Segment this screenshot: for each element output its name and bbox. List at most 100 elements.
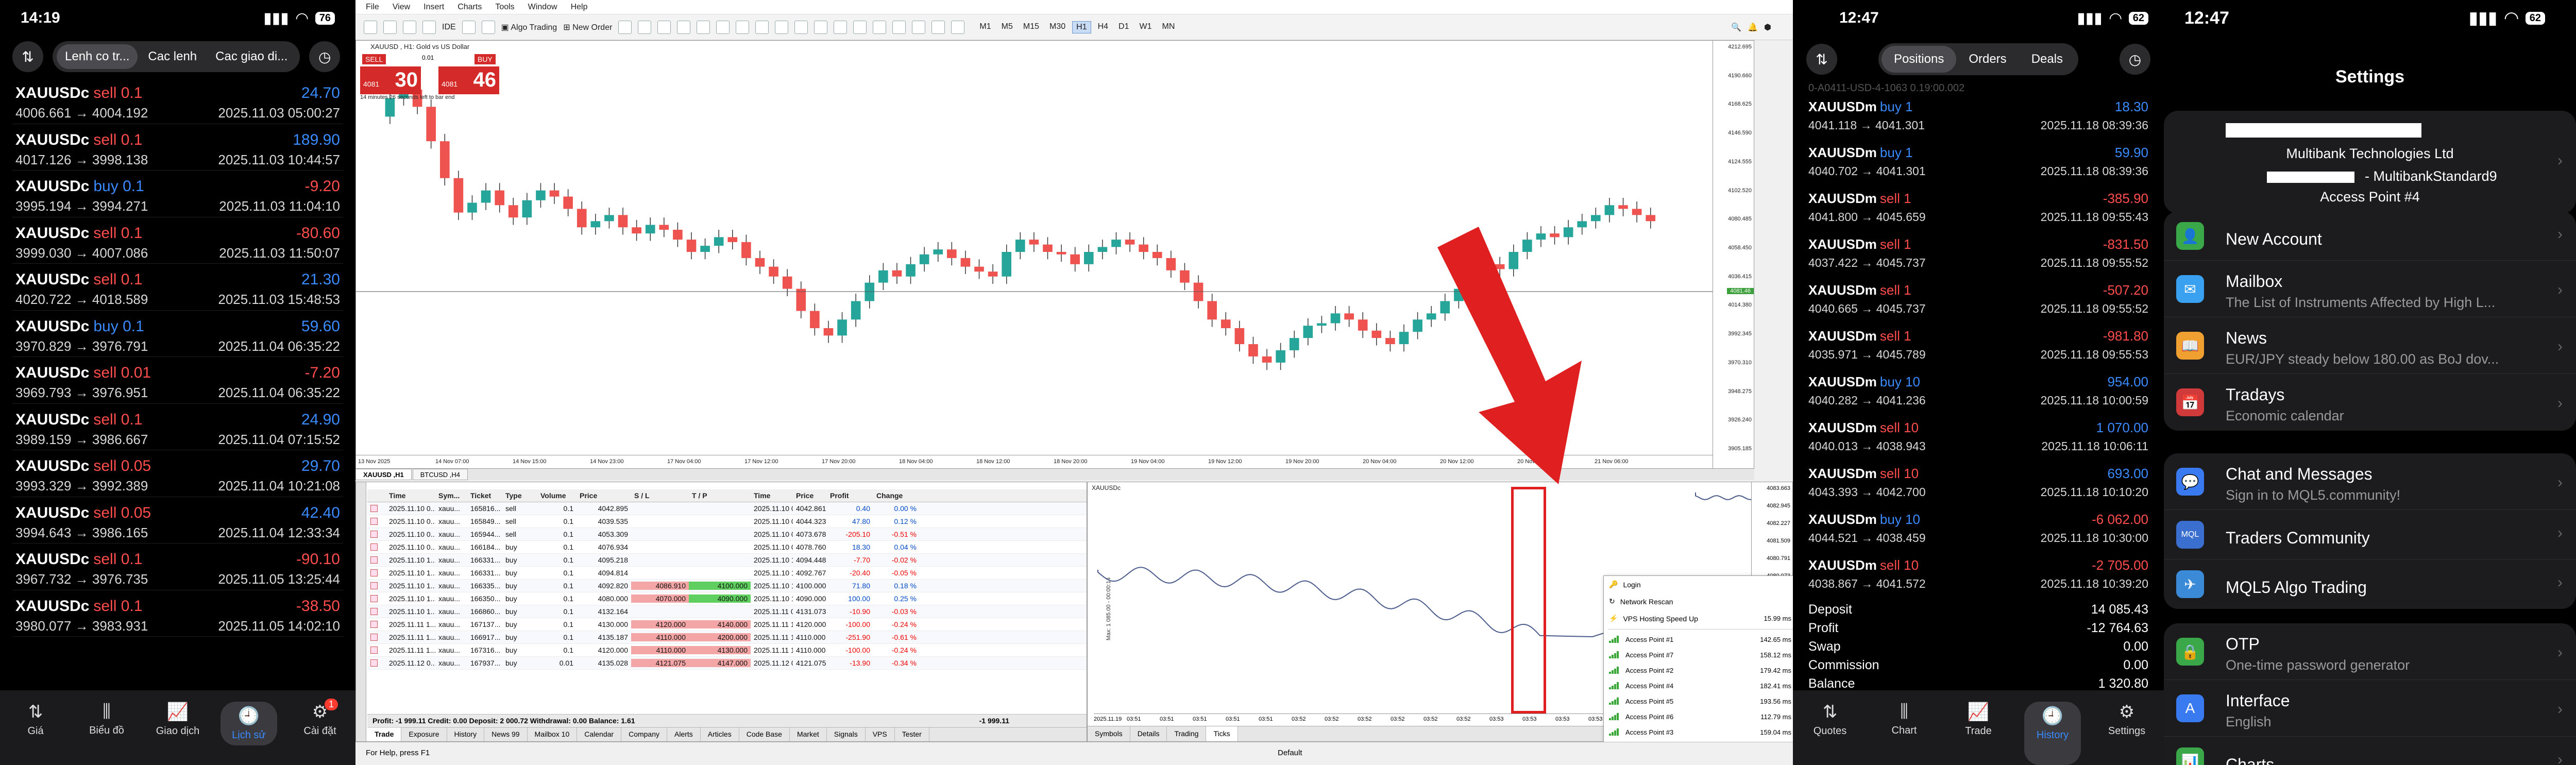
access-point-item[interactable]: Access Point #4 182.41 ms	[1604, 678, 1793, 693]
chart-tab-xauusd[interactable]: XAUUSD ,H1	[355, 469, 412, 480]
position-row[interactable]: XAUUSDm sell 10 4043.393 → 4042.700 693.00 2…	[1805, 460, 2151, 505]
position-row[interactable]: XAUUSDm sell 10 4040.013 → 4038.943 1 070.0…	[1805, 414, 2151, 460]
toolbox-tab[interactable]: Company	[621, 727, 667, 741]
hline-icon[interactable]	[853, 20, 867, 34]
tick-chart-tab[interactable]: Symbols	[1088, 726, 1130, 741]
access-point-item[interactable]: Access Point #5 193.56 ms	[1604, 693, 1793, 709]
grid-row[interactable]: 2025.11.10 1... xauu... 166331... buy 0.1 409…	[367, 554, 1087, 567]
chart-shift-icon[interactable]	[755, 20, 769, 34]
channel-icon[interactable]	[892, 20, 906, 34]
grid-row[interactable]: 2025.11.10 1... xauu... 166860... buy 0.1 413…	[367, 605, 1087, 618]
tab-1[interactable]: ⫼ Biểu đồ	[78, 702, 135, 737]
tile-icon[interactable]	[716, 20, 730, 34]
trade-row[interactable]: XAUUSDc sell 0.05 3993.329 → 3992.389 29.70…	[12, 450, 343, 497]
toolbox-tab[interactable]: Code Base	[739, 727, 790, 741]
new-order-button[interactable]: ⊞ New Order	[563, 22, 612, 32]
tab-history[interactable]: 🕘 History	[2024, 702, 2081, 765]
menu-help[interactable]: Help	[571, 3, 588, 12]
grid-row[interactable]: 2025.11.11 1... xauu... 167316... buy 0.1 412…	[367, 644, 1087, 657]
settings-item-mql5-algo-trading[interactable]: ✈ MQL5 Algo Trading ›	[2164, 559, 2576, 609]
timeframe-m5[interactable]: M5	[998, 21, 1016, 33]
ide-button[interactable]: IDE	[442, 23, 456, 32]
position-row[interactable]: XAUUSDm buy 10 4040.282 → 4041.236 954.00 20…	[1805, 368, 2151, 414]
toolbox-tab[interactable]: Exposure	[401, 727, 447, 741]
sort-icon[interactable]: ⇅	[1806, 44, 1837, 75]
column-header[interactable]: Change	[873, 491, 920, 500]
tab-2[interactable]: 📈 Giao dịch	[149, 702, 206, 737]
mql5-icon[interactable]: ⬢	[1764, 22, 1771, 32]
grid-row[interactable]: 2025.11.10 0... xauu... 165849... sell 0.1 40…	[367, 515, 1087, 528]
toolbox-tab[interactable]: Tester	[895, 727, 929, 741]
position-row[interactable]: XAUUSDm sell 1 4040.665 → 4045.737 -507.20 2…	[1805, 276, 2151, 322]
column-header[interactable]: S / L	[631, 491, 689, 500]
grid-row[interactable]: 2025.11.10 0... xauu... 165944... sell 0.1 40…	[367, 528, 1087, 541]
grid-row[interactable]: 2025.11.10 1... xauu... 166350... buy 0.1 408…	[367, 592, 1087, 605]
trendline-icon[interactable]	[873, 20, 887, 34]
account-card[interactable]: Multibank Technologies Ltd - MultibankSt…	[2164, 111, 2576, 214]
settings-item-interface[interactable]: A Interface English ›	[2164, 680, 2576, 737]
trade-row[interactable]: XAUUSDc sell 0.1 4017.126 → 3998.138 189.90…	[12, 124, 343, 171]
menu-tools[interactable]: Tools	[495, 3, 514, 12]
toolbox-tab[interactable]: Trade	[367, 727, 402, 741]
tab-0[interactable]: ⇅ Giá	[7, 702, 64, 737]
price-axis[interactable]: 4212.695 4190.660 4168.625 4146.590 4124.555…	[1713, 41, 1754, 468]
tick-chart-tab[interactable]: Trading	[1167, 726, 1207, 741]
bar-chart-icon[interactable]	[618, 20, 632, 34]
settings-item-traders-community[interactable]: MQL Traders Community ›	[2164, 510, 2576, 559]
trade-row[interactable]: XAUUSDc sell 0.05 3994.643 → 3986.165 42.40…	[12, 497, 343, 543]
market-watch-icon[interactable]	[403, 20, 416, 34]
timeframe-w1[interactable]: W1	[1136, 21, 1156, 33]
tab-deals[interactable]: Deals	[2019, 46, 2075, 73]
trade-row[interactable]: XAUUSDc sell 0.1 3980.077 → 3983.931 -38.50…	[12, 590, 343, 637]
new-chart-icon[interactable]	[364, 20, 377, 34]
shapes-icon[interactable]	[951, 20, 965, 34]
crosshair-icon[interactable]	[814, 20, 828, 34]
toolbox-tab[interactable]: Signals	[827, 727, 866, 741]
volume-input[interactable]: 0.01	[422, 54, 437, 61]
grid-row[interactable]: 2025.11.10 0... xauu... 165816... sell 0.1 40…	[367, 502, 1087, 515]
menu-file[interactable]: File	[366, 3, 379, 12]
buy-button[interactable]: 4081 46	[438, 66, 499, 94]
access-point-item[interactable]: Access Point #6 112.79 ms	[1604, 709, 1793, 724]
settings-item-chat-and-messages[interactable]: 💬 Chat and Messages Sign in to MQL5.commun…	[2164, 453, 2576, 510]
zoom-out-icon[interactable]	[697, 20, 710, 34]
sell-button[interactable]: 4081 30	[360, 66, 421, 94]
column-header[interactable]: Volume	[537, 491, 577, 500]
access-point-item[interactable]: Access Point #1 142.65 ms	[1604, 632, 1793, 647]
timeframe-m1[interactable]: M1	[976, 21, 994, 33]
popup-item[interactable]: ↻ Network Rescan	[1604, 593, 1793, 610]
algo-trading-button[interactable]: ▣ Algo Trading	[501, 22, 557, 32]
column-header[interactable]: Time	[751, 491, 793, 500]
tab-chart[interactable]: ⫼ Chart	[1876, 702, 1933, 765]
trade-row[interactable]: XAUUSDc sell 0.1 4020.722 → 4018.589 21.30 2…	[12, 264, 343, 311]
settings-item-news[interactable]: 📖 News EUR/JPY steady below 180.00 as BoJ …	[2164, 317, 2576, 374]
menu-charts[interactable]: Charts	[457, 3, 482, 12]
trade-row[interactable]: XAUUSDc sell 0.01 3969.793 → 3976.951 -7.20…	[12, 357, 343, 404]
grid-row[interactable]: 2025.11.12 0... xauu... 167937... buy 0.01 41…	[367, 657, 1087, 670]
access-point-item[interactable]: Access Point #2 179.42 ms	[1604, 662, 1793, 678]
grid-row[interactable]: 2025.11.11 1... xauu... 166917... buy 0.1 413…	[367, 631, 1087, 644]
navigator-icon[interactable]	[422, 20, 436, 34]
access-point-item[interactable]: Access Point #3 159.04 ms	[1604, 724, 1793, 740]
grid-row[interactable]: 2025.11.10 1... xauu... 166331... buy 0.1 409…	[367, 567, 1087, 580]
toolbox-tab[interactable]: Market	[790, 727, 827, 741]
clock-icon[interactable]: ◷	[309, 41, 341, 72]
grid-row[interactable]: 2025.11.10 1... xauu... 166335... buy 0.1 409…	[367, 580, 1087, 592]
menu-insert[interactable]: Insert	[423, 3, 444, 12]
column-header[interactable]: Profit	[827, 491, 873, 500]
search-icon[interactable]: 🔍	[1731, 22, 1741, 32]
access-point-item[interactable]: Access Point #7 158.12 ms	[1604, 647, 1793, 662]
column-header[interactable]: Price	[793, 491, 827, 500]
sort-icon[interactable]: ⇅	[12, 41, 43, 72]
settings-item-tradays[interactable]: 📅 Tradays Economic calendar ›	[2164, 374, 2576, 431]
timeframe-m30[interactable]: M30	[1046, 21, 1069, 33]
grid-row[interactable]: 2025.11.10 0... xauu... 166184... buy 0.1 407…	[367, 541, 1087, 554]
tab-settings[interactable]: ⚙ Settings	[2098, 702, 2155, 765]
tab-positions[interactable]: Positions	[1881, 46, 1957, 73]
tab-4[interactable]: ⚙ Cài đặt 1	[292, 699, 348, 737]
clock-icon[interactable]: ◷	[2119, 44, 2150, 75]
position-row[interactable]: XAUUSDm sell 1 4041.800 → 4045.659 -385.90 2…	[1805, 184, 2151, 230]
settings-item-otp[interactable]: 🔒 OTP One-time password generator ›	[2164, 623, 2576, 680]
column-header[interactable]: Time	[386, 491, 435, 500]
grid-row[interactable]: 2025.11.11 1... xauu... 167137... buy 0.1 413…	[367, 618, 1087, 631]
